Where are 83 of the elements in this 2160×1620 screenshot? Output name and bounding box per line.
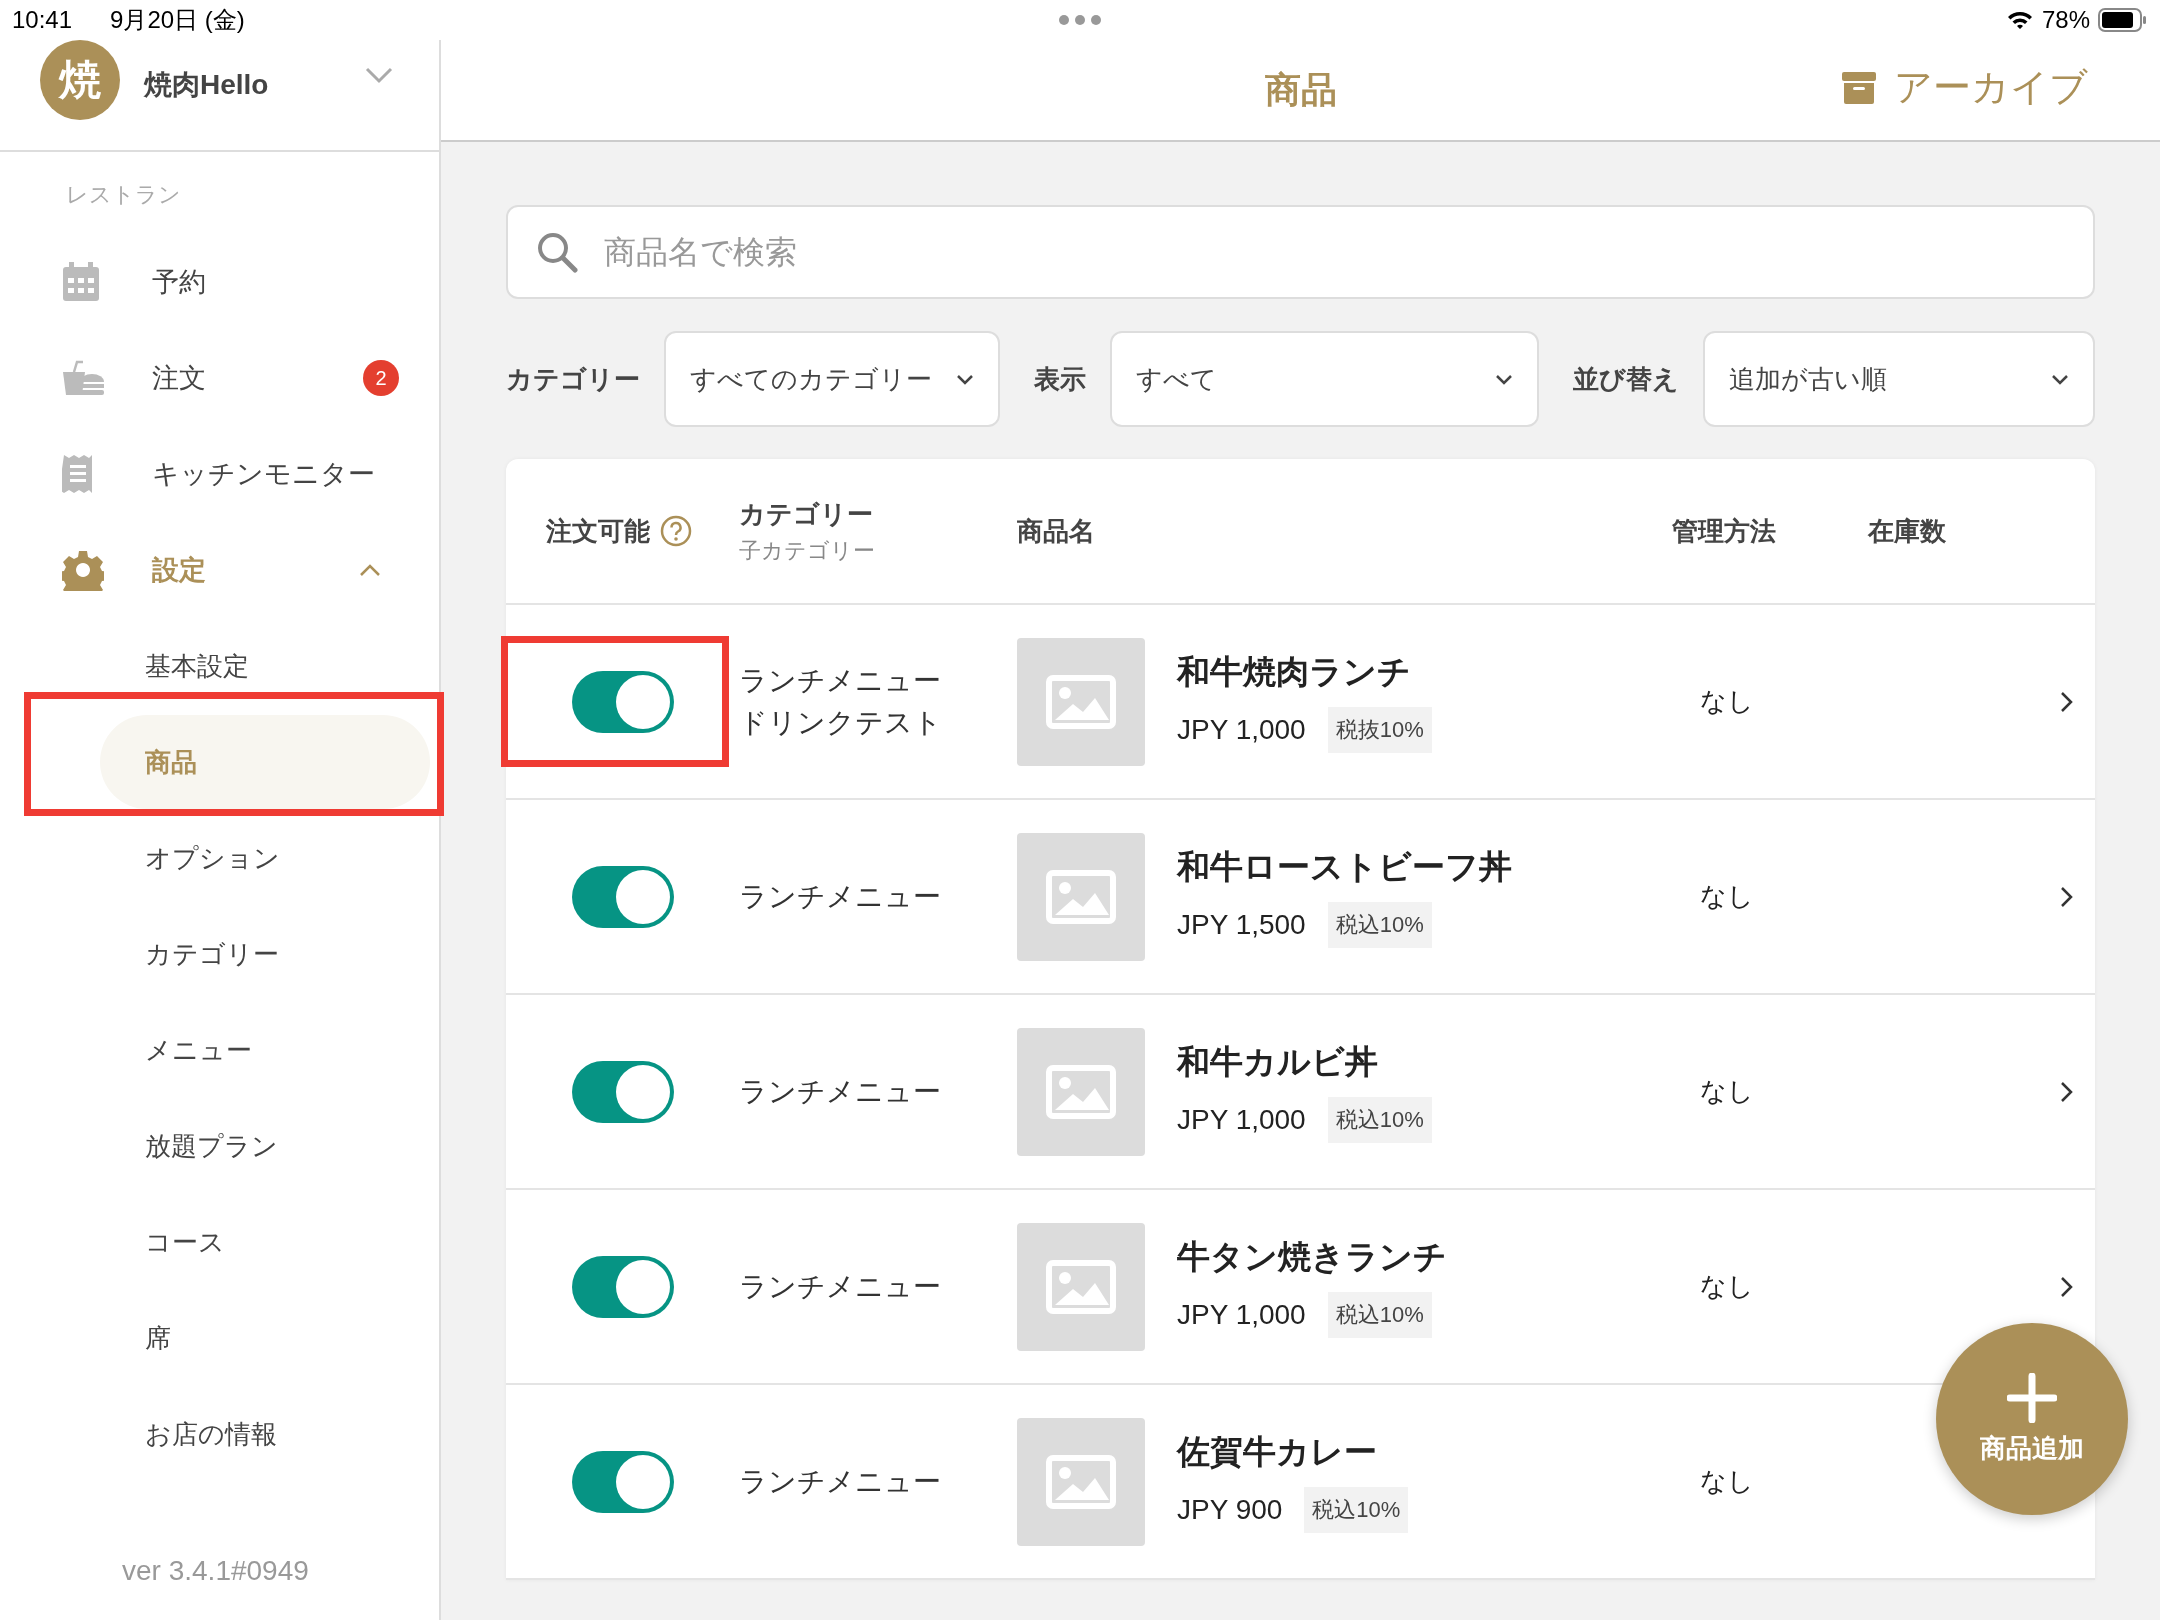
image-placeholder-icon — [1017, 637, 1145, 766]
management-text: なし — [1700, 685, 1754, 718]
filter-label: 並び替え — [1573, 362, 1679, 396]
filter-dropdown[interactable]: すべてのカテゴリー — [664, 331, 1000, 427]
product-name: 和牛焼肉ランチ — [1177, 652, 1412, 692]
more-dots-icon[interactable] — [1058, 14, 1102, 26]
search-field[interactable]: 商品名で検索 — [506, 205, 2095, 299]
filter-label: 表示 — [1034, 362, 1086, 396]
sidebar-subitem[interactable]: 席 — [0, 1290, 439, 1386]
count-badge: 2 — [363, 360, 399, 396]
filter-dropdown[interactable]: 追加が古い順 — [1703, 331, 2095, 427]
settings-icon — [62, 549, 104, 591]
sidebar-subitem[interactable]: コース — [0, 1194, 439, 1290]
column-header: 管理方法 — [1672, 514, 1776, 548]
calendar-icon — [62, 262, 100, 302]
plus-icon — [2007, 1372, 2057, 1423]
column-subheader: 子カテゴリー — [739, 536, 876, 565]
chevron-down-icon — [364, 66, 394, 84]
subcategory-text: ドリンクテスト — [739, 705, 942, 740]
page-title: 商品 — [1264, 67, 1337, 112]
sidebar-item[interactable]: 予約 — [0, 234, 439, 330]
search-icon — [536, 231, 578, 273]
store-avatar: 焼 — [40, 40, 120, 120]
battery-percent: 78% — [2041, 6, 2090, 34]
product-price: JPY 900 — [1177, 1494, 1283, 1526]
receipt-icon — [62, 453, 94, 495]
sidebar-subitem[interactable]: メニュー — [0, 1002, 439, 1098]
tax-tag: 税込10% — [1327, 902, 1432, 948]
tax-tag: 税抜10% — [1327, 707, 1432, 753]
category-text: ランチメニュー — [739, 1464, 941, 1499]
chevron-right-icon — [2059, 690, 2074, 713]
archive-box-icon — [1842, 71, 1876, 104]
filter-dropdown[interactable]: すべて — [1110, 331, 1539, 427]
management-text: なし — [1700, 880, 1754, 913]
management-text: なし — [1700, 1075, 1754, 1108]
category-text: ランチメニュー — [739, 879, 941, 914]
management-text: なし — [1700, 1465, 1754, 1498]
sidebar-subitem[interactable]: オプション — [0, 810, 439, 906]
column-header: 注文可能 — [546, 514, 650, 548]
version-label: ver 3.4.1#0949 — [122, 1555, 309, 1587]
sidebar-subitem[interactable]: カテゴリー — [0, 906, 439, 1002]
chevron-down-icon — [1495, 373, 1513, 385]
product-name: 牛タン焼きランチ — [1177, 1237, 1447, 1277]
filter-label: カテゴリー — [506, 362, 640, 396]
status-date: 9月20日 (金) — [110, 5, 245, 35]
chevron-right-icon — [2059, 885, 2074, 908]
store-name: 焼肉Hello — [144, 68, 269, 102]
help-icon[interactable] — [660, 515, 692, 547]
management-text: なし — [1700, 1270, 1754, 1303]
chevron-right-icon — [2059, 1080, 2074, 1103]
product-price: JPY 1,000 — [1177, 1104, 1306, 1136]
chevron-down-icon — [956, 373, 974, 385]
image-placeholder-icon — [1017, 832, 1145, 961]
section-label: レストラン — [65, 181, 182, 209]
chevron-right-icon — [2059, 1275, 2074, 1298]
drink-burger-icon — [62, 360, 104, 396]
product-price: JPY 1,500 — [1177, 909, 1306, 941]
chevron-down-icon — [2051, 373, 2069, 385]
product-name: 和牛カルビ丼 — [1177, 1042, 1379, 1082]
category-text: ランチメニュー — [739, 1269, 941, 1304]
image-placeholder-icon — [1017, 1027, 1145, 1156]
sidebar-subitem[interactable]: お店の情報 — [0, 1386, 439, 1482]
sidebar-subitem[interactable]: 放題プラン — [0, 1098, 439, 1194]
image-placeholder-icon — [1017, 1417, 1145, 1546]
tax-tag: 税込10% — [1327, 1292, 1432, 1338]
store-switcher[interactable]: 焼 焼肉Hello — [0, 40, 439, 152]
product-name: 和牛ローストビーフ丼 — [1177, 847, 1512, 887]
column-header: 商品名 — [1017, 514, 1095, 548]
column-header: カテゴリー — [739, 497, 873, 531]
status-time: 10:41 — [12, 6, 73, 34]
sidebar-subitem[interactable]: 基本設定 — [0, 618, 439, 714]
sidebar-item[interactable]: キッチンモニター — [0, 426, 439, 522]
column-header: 在庫数 — [1868, 514, 1946, 548]
sidebar-item[interactable]: 注文 2 — [0, 330, 439, 426]
battery-icon — [2098, 8, 2148, 32]
image-placeholder-icon — [1017, 1222, 1145, 1351]
product-price: JPY 1,000 — [1177, 1299, 1306, 1331]
tax-tag: 税込10% — [1304, 1487, 1409, 1533]
tax-tag: 税込10% — [1327, 1097, 1432, 1143]
product-name: 佐賀牛カレー — [1177, 1432, 1378, 1472]
category-text: ランチメニュー — [739, 663, 941, 698]
category-text: ランチメニュー — [739, 1074, 941, 1109]
product-price: JPY 1,000 — [1177, 714, 1306, 746]
